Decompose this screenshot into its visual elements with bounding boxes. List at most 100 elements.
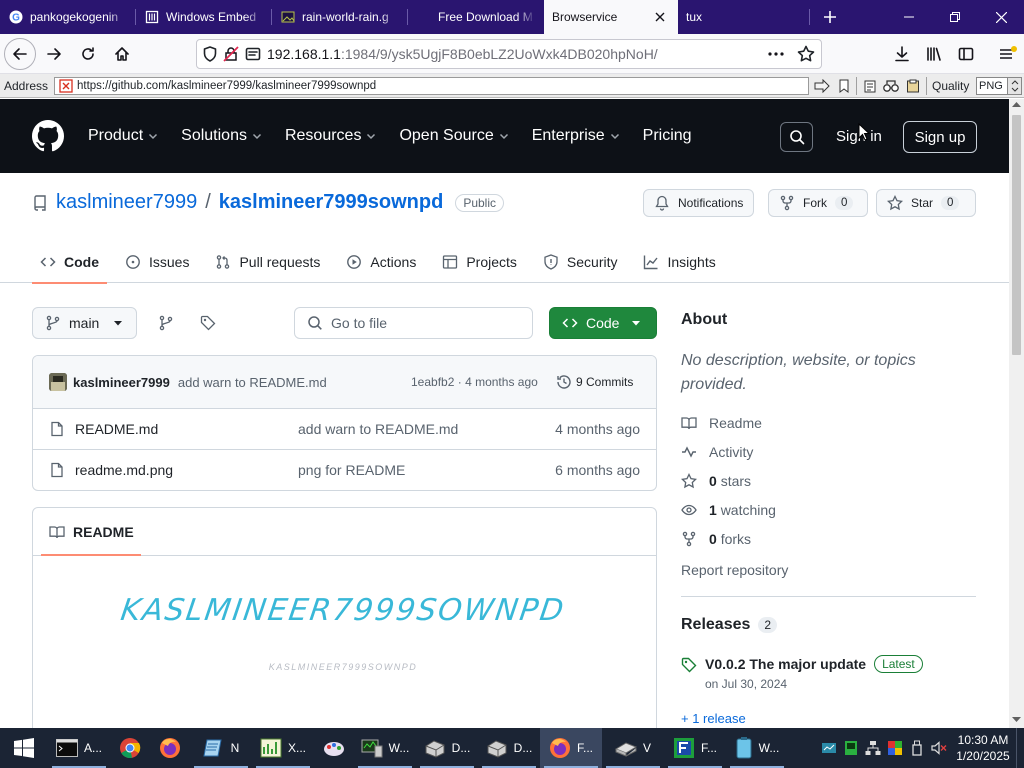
file-commit-message[interactable]: png for README [298,462,405,478]
branch-selector[interactable]: main [32,307,137,339]
star-button[interactable]: Star 0 [876,189,976,217]
close-window-icon[interactable] [978,0,1024,34]
home-icon[interactable] [106,38,138,70]
page-scrollbar[interactable] [1009,99,1024,728]
downloads-icon[interactable] [886,38,918,70]
spinner-icon[interactable] [1007,78,1021,94]
tab-actions[interactable]: Actions [338,241,424,283]
taskbar-chrome[interactable] [110,728,150,768]
repo-owner-link[interactable]: kaslmineer7999 [56,191,197,214]
fork-button[interactable]: Fork 0 [768,189,868,217]
nav-resources[interactable]: Resources [285,127,377,145]
watching-link[interactable]: 1 watching [681,502,776,518]
tray-network-icon[interactable] [862,728,884,768]
activity-link[interactable]: Activity [681,444,753,460]
bookmark-star-icon[interactable] [797,45,815,63]
tab-browservice[interactable]: Browservice [544,0,678,34]
sign-up-button[interactable]: Sign up [903,121,977,153]
forward-icon[interactable] [38,38,70,70]
repo-name-link[interactable]: kaslmineer7999sownpd [219,191,444,214]
tab-issues[interactable]: Issues [117,241,197,283]
taskbar-excel[interactable]: X... [252,728,314,768]
taskbar-notepad[interactable]: N [190,728,252,768]
taskbar-paint[interactable] [314,728,354,768]
tray-network-app-icon[interactable] [818,728,840,768]
forks-link[interactable]: 0 forks [681,531,751,547]
taskbar-clock[interactable]: 10:30 AM 1/20/2025 [950,728,1016,768]
taskbar-d-app-2[interactable]: D... [478,728,540,768]
file-name[interactable]: readme.md.png [75,462,173,478]
taskbar-d-app-1[interactable]: D... [416,728,478,768]
releases-heading[interactable]: Releases 2 [681,616,778,634]
file-row[interactable]: readme.md.png png for README 6 months ag… [33,449,656,490]
new-tab-icon[interactable] [810,0,850,34]
branches-icon[interactable] [158,315,174,331]
commit-author[interactable]: kaslmineer7999 [73,375,170,390]
show-desktop-button[interactable] [1016,728,1024,768]
more-releases-link[interactable]: + 1 release [681,711,746,726]
nav-open-source[interactable]: Open Source [399,127,509,145]
tray-usb-icon[interactable] [906,728,928,768]
scroll-down-icon[interactable] [1012,717,1021,723]
nav-solutions[interactable]: Solutions [181,127,263,145]
sidebar-icon[interactable] [950,38,982,70]
tab-security[interactable]: Security [535,241,626,283]
taskbar-f-app[interactable]: F... [664,728,726,768]
clipboard-icon[interactable] [860,76,880,96]
nav-product[interactable]: Product [88,127,159,145]
file-row[interactable]: README.md add warn to README.md 4 months… [33,408,656,449]
library-icon[interactable] [918,38,950,70]
menu-icon[interactable] [992,38,1024,70]
page-info-icon[interactable] [245,46,261,62]
find-icon[interactable] [881,76,901,96]
taskbar-firefox-window[interactable]: F... [540,728,602,768]
tray-green-app-icon[interactable] [840,728,862,768]
readme-link[interactable]: Readme [681,415,762,431]
reload-icon[interactable] [72,38,104,70]
tab-2[interactable]: Windows Embed [136,0,272,34]
tab-6[interactable]: tux [678,0,810,34]
report-repository-link[interactable]: Report repository [681,562,788,578]
paste-icon[interactable] [903,76,923,96]
readme-tab[interactable]: README [49,508,134,556]
commit-message[interactable]: add warn to README.md [178,375,327,390]
tab-4[interactable]: Free Download M [408,0,544,34]
restore-icon[interactable] [932,0,978,34]
bookmark-icon[interactable] [834,76,854,96]
go-arrow-icon[interactable] [812,76,832,96]
stars-link[interactable]: 0 stars [681,473,751,489]
more-options-icon[interactable] [767,46,785,62]
shield-icon[interactable] [203,46,217,62]
go-to-file-input[interactable]: Go to file [294,307,533,339]
address-field[interactable]: https://github.com/kaslmineer7999/kaslmi… [54,77,809,95]
tag-icon[interactable] [200,315,216,331]
volume-muted-icon[interactable] [928,728,950,768]
notifications-button[interactable]: Notifications [643,189,755,217]
code-download-button[interactable]: Code [549,307,657,339]
scroll-thumb[interactable] [1012,115,1021,355]
taskbar-v-app[interactable]: V [602,728,664,768]
taskbar-w-app[interactable]: W... [354,728,416,768]
url-bar[interactable]: 192.168.1.1:1984/9/ysk5UgjF8B0ebLZ2UoWxk… [196,39,822,69]
avatar[interactable] [49,373,67,391]
scroll-up-icon[interactable] [1012,101,1021,107]
back-icon[interactable] [4,37,36,70]
close-icon[interactable] [650,7,670,27]
latest-release[interactable]: V0.0.2 The major update Latest [705,655,923,673]
file-name[interactable]: README.md [75,421,158,437]
search-icon[interactable] [780,122,813,152]
nav-pricing[interactable]: Pricing [643,127,692,145]
commit-hash[interactable]: 1eabfb2 [411,375,454,389]
tab-3[interactable]: rain-world-rain.g [272,0,408,34]
tab-1[interactable]: G pankogekogenin [0,0,136,34]
quality-select[interactable]: PNG [976,77,1022,95]
nav-enterprise[interactable]: Enterprise [532,127,621,145]
taskbar-w-app-2[interactable]: W... [726,728,788,768]
tab-projects[interactable]: Projects [434,241,525,283]
tab-pull-requests[interactable]: Pull requests [207,241,328,283]
tray-colors-icon[interactable] [884,728,906,768]
commits-link[interactable]: 9 Commits [556,374,633,390]
taskbar-terminal[interactable]: A... [48,728,110,768]
file-commit-message[interactable]: add warn to README.md [298,421,458,437]
minimize-icon[interactable] [886,0,932,34]
